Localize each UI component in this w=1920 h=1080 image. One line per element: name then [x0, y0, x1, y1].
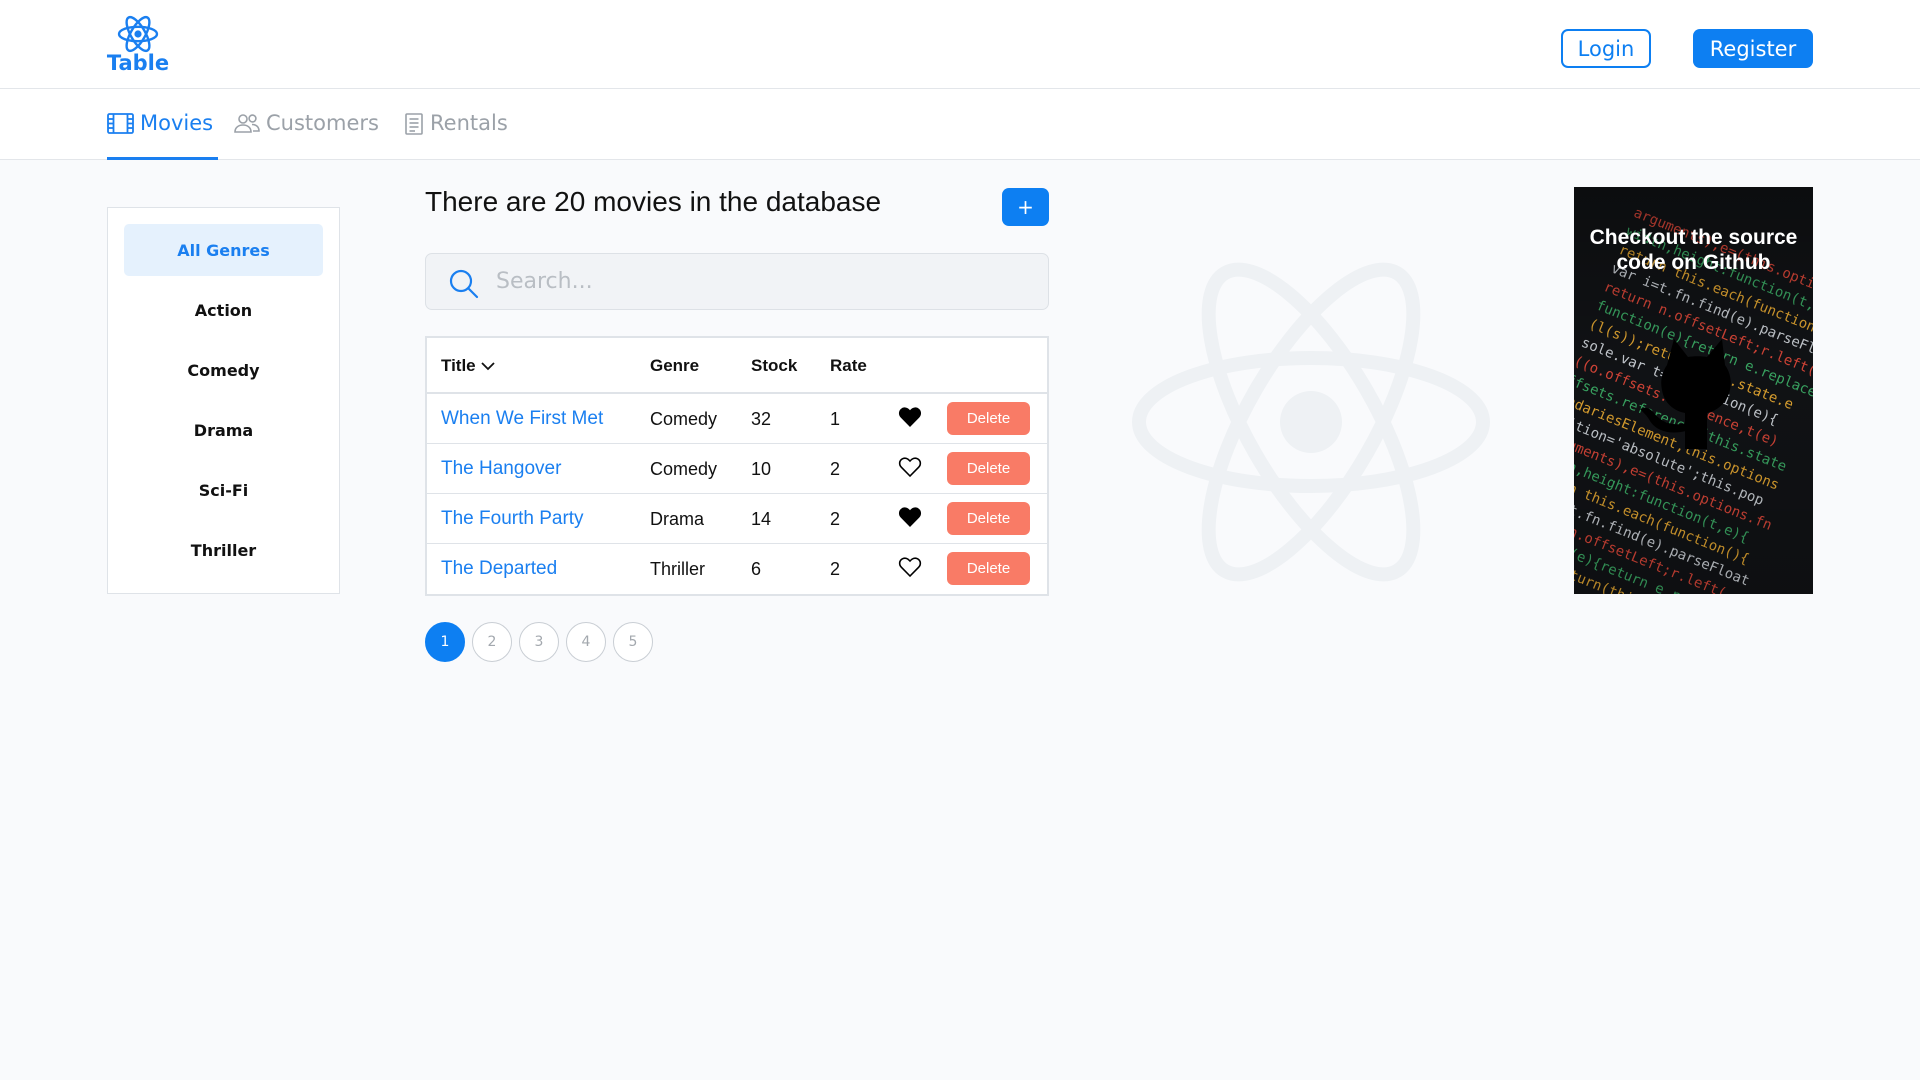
movie-genre: Thriller [650, 558, 706, 579]
logo[interactable]: Table [106, 14, 170, 76]
page-button[interactable]: 4 [566, 622, 606, 662]
genre-item-sci-fi[interactable]: Sci-Fi [124, 464, 323, 516]
register-button[interactable]: Register [1693, 29, 1813, 68]
delete-button[interactable]: Delete [947, 452, 1030, 485]
tab-bar: Movies Customers Rentals [0, 89, 1920, 160]
column-header-stock[interactable]: Stock [751, 338, 797, 394]
page-button[interactable]: 5 [613, 622, 653, 662]
github-octocat-icon [1640, 339, 1731, 449]
github-card-text: Checkout the source code on Github [1574, 225, 1813, 275]
document-icon [404, 113, 424, 140]
heart-outline-icon[interactable] [898, 556, 922, 578]
movie-rate: 2 [830, 458, 841, 479]
pagination: 1 2 3 4 5 [425, 622, 660, 662]
delete-button[interactable]: Delete [947, 502, 1030, 535]
film-icon [107, 113, 134, 139]
tab-customers[interactable]: Customers [234, 111, 379, 160]
github-card-line-1: Checkout the source [1589, 226, 1798, 249]
column-header-title[interactable]: Title [441, 338, 495, 394]
genre-list: All Genres Action Comedy Drama Sci-Fi Th… [107, 207, 340, 594]
genre-item-drama[interactable]: Drama [124, 404, 323, 456]
react-atom-icon [117, 15, 159, 53]
tab-movies-label: Movies [140, 111, 214, 135]
top-navbar: Table Login Register [0, 0, 1920, 89]
page-button[interactable]: 3 [519, 622, 559, 662]
table-row: When We First Met Comedy 32 1 Delete [427, 394, 1047, 444]
movie-title-link[interactable]: When We First Met [441, 394, 603, 444]
table-row: The Departed Thriller 6 2 Delete [427, 544, 1047, 594]
movie-genre: Drama [650, 508, 705, 529]
table-row: The Fourth Party Drama 14 2 Delete [427, 494, 1047, 544]
column-header-genre[interactable]: Genre [650, 338, 699, 394]
chevron-down-icon [481, 362, 495, 371]
heart-outline-icon[interactable] [898, 456, 922, 478]
movie-stock: 6 [751, 558, 762, 579]
column-header-rate[interactable]: Rate [830, 338, 867, 394]
genre-item-comedy[interactable]: Comedy [124, 344, 323, 396]
movie-title-link[interactable]: The Hangover [441, 444, 561, 494]
movie-stock: 32 [751, 408, 772, 429]
movies-table: Title Genre Stock Rate When We First Met… [425, 336, 1049, 596]
tab-rentals-label: Rentals [430, 111, 508, 135]
genre-item-thriller[interactable]: Thriller [124, 524, 323, 576]
movie-genre: Comedy [650, 408, 718, 429]
heart-filled-icon[interactable] [898, 406, 922, 428]
heart-filled-icon[interactable] [898, 506, 922, 528]
users-icon [234, 113, 260, 138]
logo-text: Table [106, 51, 170, 75]
movie-genre: Comedy [650, 458, 718, 479]
search-icon [449, 269, 479, 299]
github-source-card[interactable]: arguments),e=(this.options.fn width,heig… [1574, 187, 1813, 594]
table-header: Title Genre Stock Rate [427, 338, 1047, 394]
movie-rate: 2 [830, 508, 841, 529]
movie-rate: 2 [830, 558, 841, 579]
movie-stock: 14 [751, 508, 772, 529]
login-button[interactable]: Login [1561, 29, 1651, 68]
tab-movies[interactable]: Movies [107, 111, 218, 160]
page-button[interactable]: 2 [472, 622, 512, 662]
genre-item-action[interactable]: Action [124, 284, 323, 336]
movie-title-link[interactable]: The Fourth Party [441, 494, 584, 544]
table-row: The Hangover Comedy 10 2 Delete [427, 444, 1047, 494]
genre-item-all[interactable]: All Genres [124, 224, 323, 276]
column-title-label: Title [441, 356, 476, 375]
page-button[interactable]: 1 [425, 622, 465, 662]
page-title: There are 20 movies in the database [425, 186, 882, 217]
movie-title-link[interactable]: The Departed [441, 544, 557, 594]
movie-stock: 10 [751, 458, 772, 479]
add-movie-button[interactable]: + [1002, 188, 1049, 226]
delete-button[interactable]: Delete [947, 402, 1030, 435]
delete-button[interactable]: Delete [947, 552, 1030, 585]
github-card-line-2: code on Github [1616, 251, 1771, 274]
tab-rentals[interactable]: Rentals [404, 111, 508, 160]
react-atom-watermark-icon [1132, 262, 1490, 582]
movie-rate: 1 [830, 408, 841, 429]
search-input[interactable] [496, 254, 1036, 309]
tab-customers-label: Customers [266, 111, 379, 135]
search-box [425, 253, 1049, 310]
